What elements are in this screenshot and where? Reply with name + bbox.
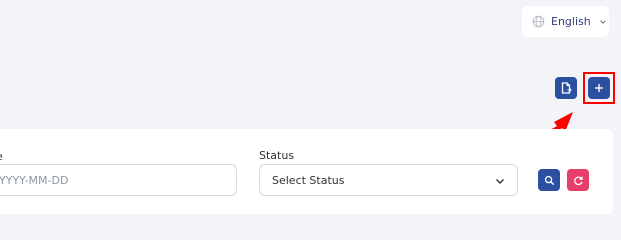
search-button[interactable] — [538, 169, 560, 191]
status-select[interactable]: Select Status — [259, 164, 518, 196]
export-button[interactable] — [555, 77, 577, 99]
language-dropdown[interactable]: English — [522, 6, 609, 37]
status-select-value: Select Status — [272, 173, 345, 187]
status-label: Status — [259, 149, 295, 162]
date-input[interactable] — [0, 164, 237, 196]
refresh-icon — [573, 176, 583, 185]
reset-button[interactable] — [567, 169, 589, 191]
chevron-down-icon — [599, 19, 606, 24]
language-label: English — [551, 15, 591, 28]
globe-icon — [532, 15, 545, 28]
page: English e Status Select Status — [0, 0, 621, 222]
chevron-down-icon — [496, 179, 504, 184]
search-icon — [544, 175, 554, 185]
highlight-box — [583, 72, 615, 104]
date-label: e — [0, 150, 3, 163]
document-export-icon — [561, 82, 572, 94]
